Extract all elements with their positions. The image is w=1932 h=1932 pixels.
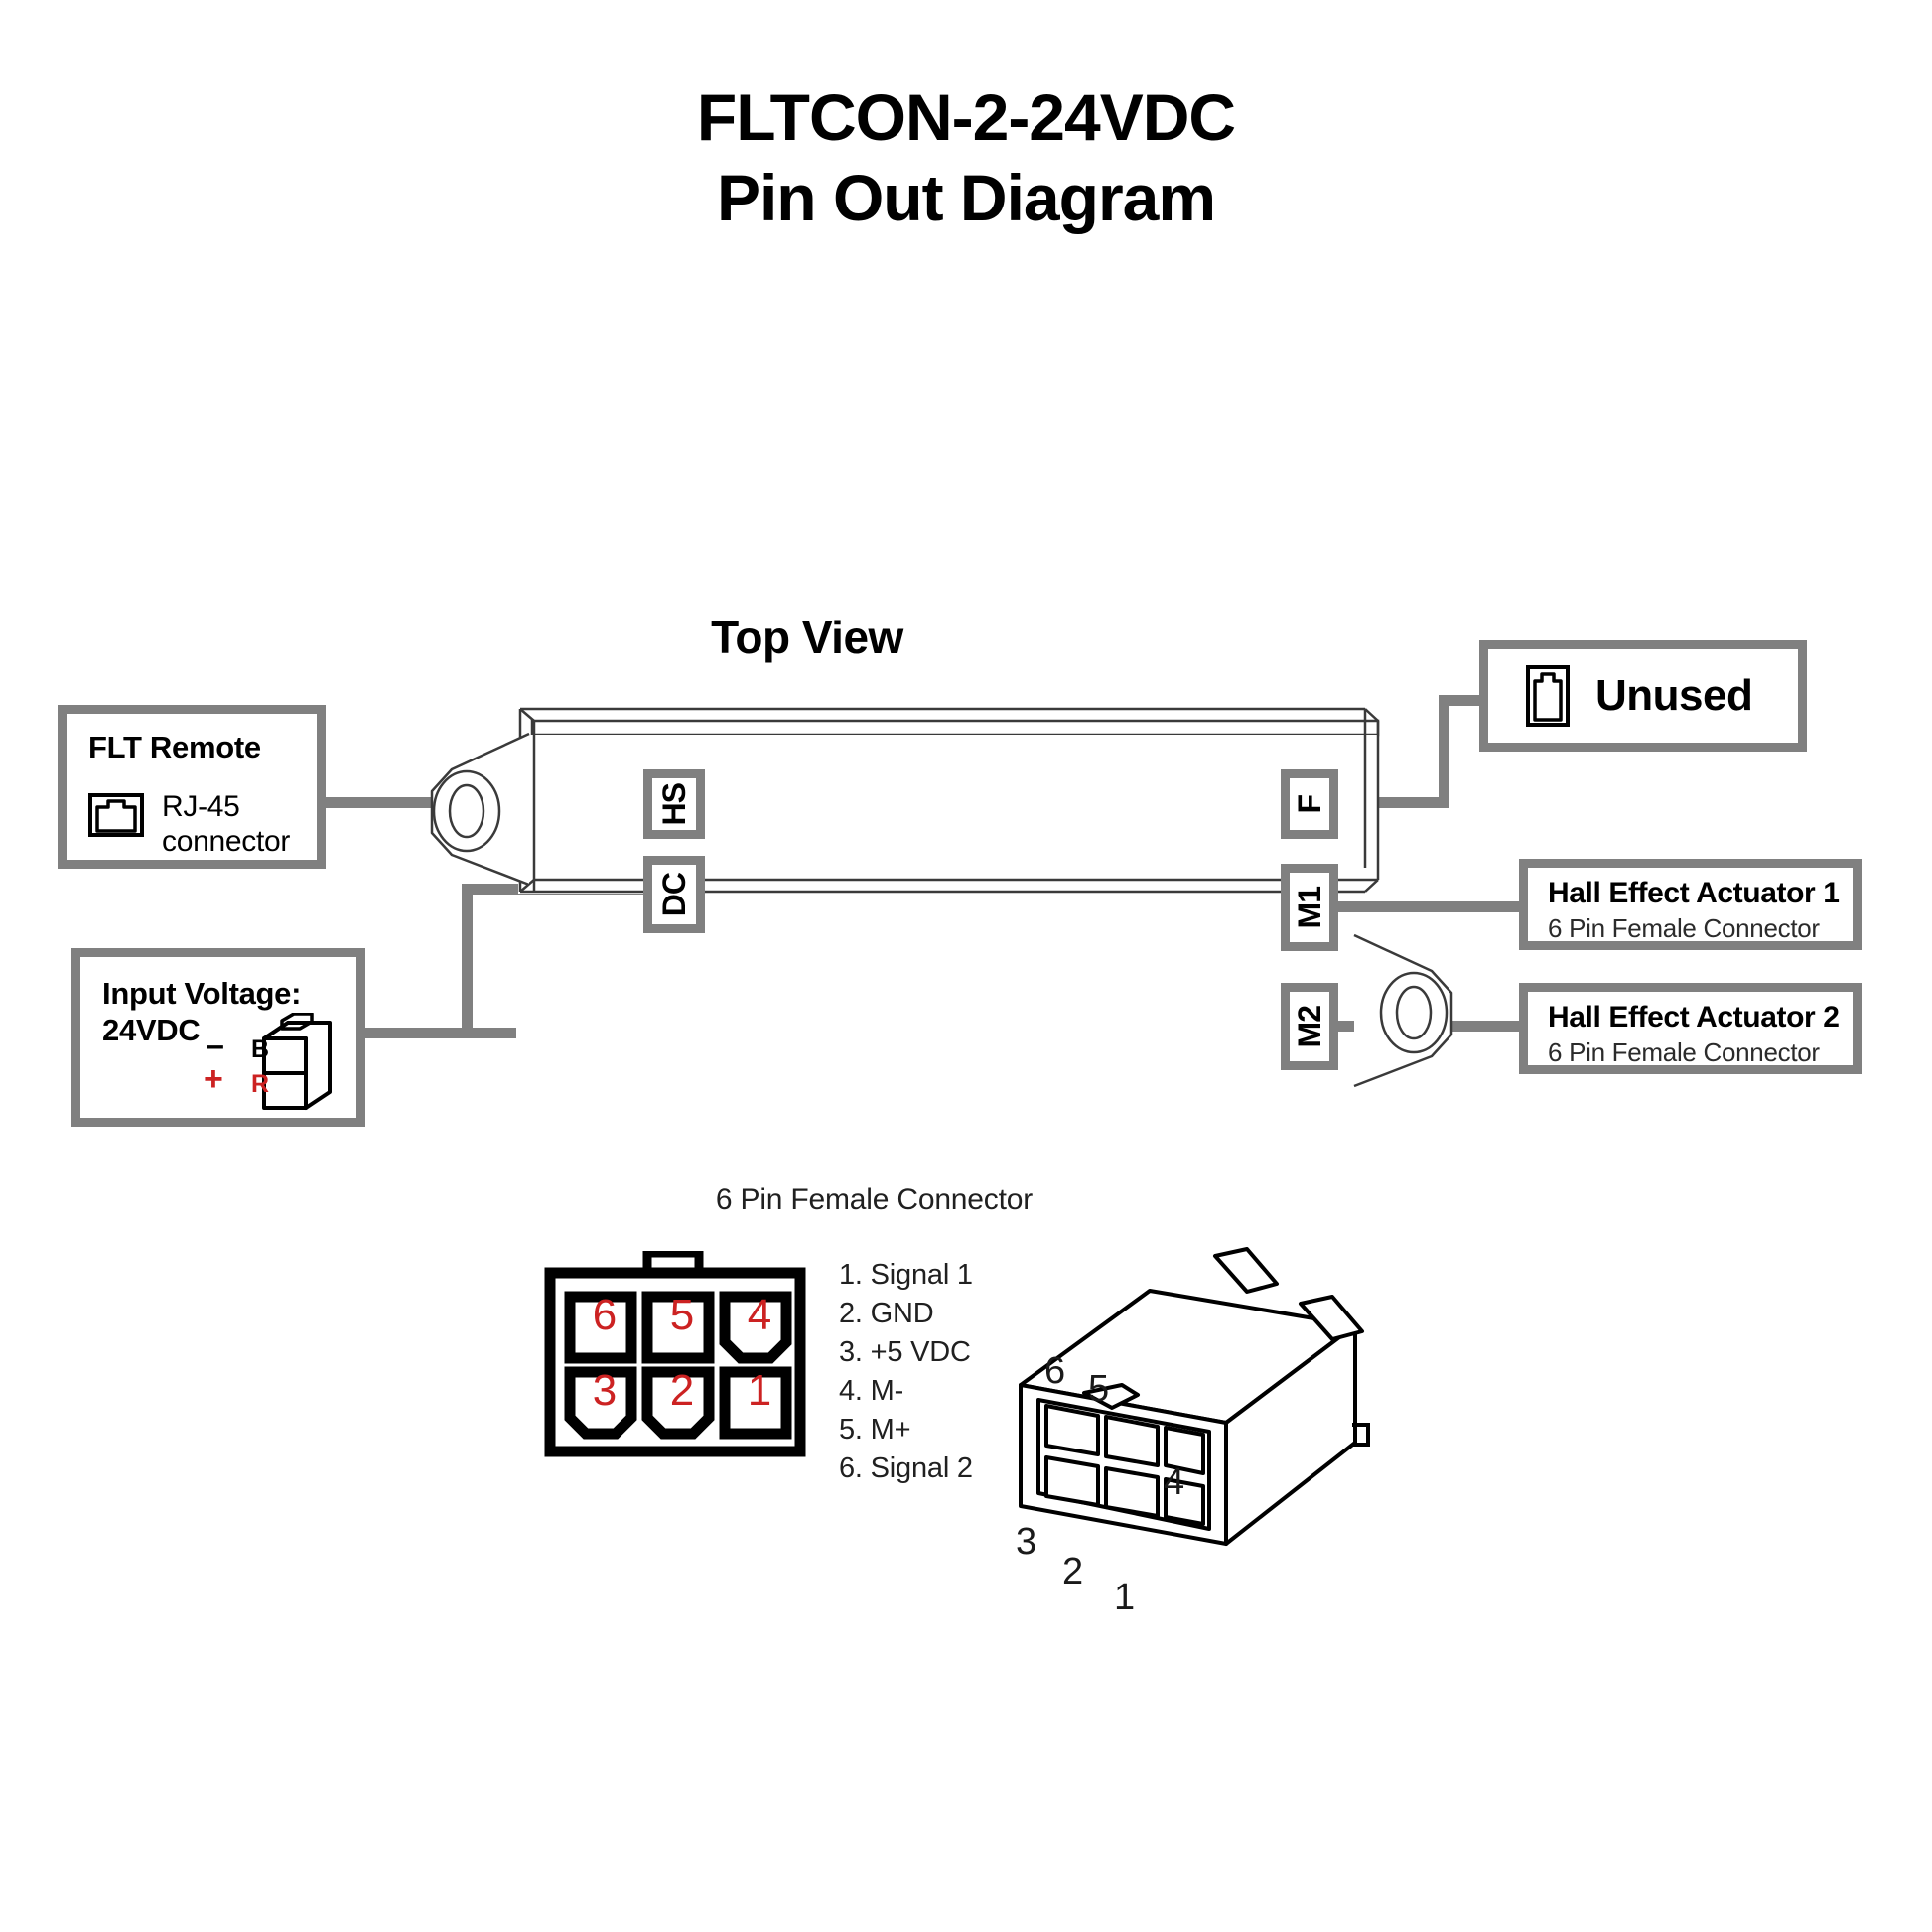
flt-remote-connector-line1: RJ-45 (162, 790, 240, 823)
rj45-jack-icon (88, 789, 144, 837)
iso-label-4: 4 (1164, 1461, 1185, 1503)
pin-label-m1[interactable]: M1 (1281, 864, 1338, 951)
pin-label-m1-text: M1 (1291, 886, 1327, 929)
callout-flt-remote[interactable]: FLT Remote RJ-45 connector (58, 705, 326, 869)
wire-f-to-unused-seg2 (1439, 695, 1449, 808)
title-block: FLTCON-2-24VDC Pin Out Diagram (0, 77, 1932, 237)
pin-assignment-item: 1. Signal 1 (839, 1259, 973, 1291)
power-negative-symbol: – (206, 1027, 224, 1064)
unused-label: Unused (1595, 671, 1753, 720)
connector-face-number-3: 3 (592, 1366, 618, 1415)
input-voltage-line1: Input Voltage: (102, 976, 302, 1011)
connector-isometric-svg (1019, 1247, 1370, 1546)
mounting-tab-right (1342, 931, 1461, 1090)
pin-label-m2[interactable]: M2 (1281, 983, 1338, 1070)
pin-label-hs[interactable]: HS (643, 769, 705, 839)
connector-face-svg (544, 1251, 806, 1457)
connector-face-diagram (544, 1251, 812, 1459)
pin-label-dc[interactable]: DC (643, 856, 705, 933)
two-pin-power-connector-icon (220, 1013, 338, 1127)
power-positive-symbol: + (204, 1060, 223, 1098)
pin-assignment-list: 1. Signal 1 2. GND 3. +5 VDC 4. M- 5. M+… (839, 1256, 973, 1488)
pin-assignment-item: 5. M+ (839, 1414, 911, 1446)
callout-hall-effect-actuator-2[interactable]: Hall Effect Actuator 2 6 Pin Female Conn… (1519, 983, 1862, 1074)
flt-remote-connector-line2: connector (162, 825, 291, 859)
wire-input-voltage-seg1 (362, 1028, 516, 1038)
mounting-tab-left-svg (430, 732, 530, 887)
power-black-wire-label: B (251, 1035, 270, 1063)
pin-assignment-item: 2. GND (839, 1298, 934, 1329)
connector-isometric-diagram (1003, 1246, 1375, 1598)
pin-label-hs-text: HS (655, 782, 692, 826)
pin-label-f-text: F (1291, 794, 1327, 814)
hall1-header: Hall Effect Actuator 1 (1548, 877, 1840, 909)
iso-label-2: 2 (1062, 1551, 1084, 1592)
hall2-sub: 6 Pin Female Connector (1548, 1037, 1820, 1067)
top-view-text: Top View (711, 612, 903, 663)
pin-assignment-item: 3. +5 VDC (839, 1336, 971, 1368)
wire-input-voltage-seg2 (462, 884, 473, 1038)
page-title: FLTCON-2-24VDC (696, 80, 1236, 154)
rj45-jack-vertical-icon (1526, 665, 1570, 727)
connector-face-number-2: 2 (669, 1366, 695, 1415)
flt-remote-header: FLT Remote (88, 730, 261, 764)
iso-label-1: 1 (1114, 1577, 1136, 1618)
pin-label-m2-text: M2 (1291, 1005, 1327, 1048)
page-subtitle: Pin Out Diagram (716, 160, 1216, 234)
iso-label-3: 3 (1016, 1521, 1037, 1563)
callout-hall-effect-actuator-1[interactable]: Hall Effect Actuator 1 6 Pin Female Conn… (1519, 859, 1862, 950)
connector-face-number-6: 6 (592, 1291, 618, 1339)
mounting-tab-right-svg (1353, 933, 1453, 1088)
pin-label-f[interactable]: F (1281, 769, 1338, 839)
pin-assignment-item: 6. Signal 2 (839, 1452, 973, 1484)
hall1-sub: 6 Pin Female Connector (1548, 913, 1820, 943)
connector-face-number-5: 5 (669, 1291, 695, 1339)
connector-face-number-4: 4 (747, 1291, 772, 1339)
callout-unused[interactable]: Unused (1479, 640, 1807, 752)
power-red-wire-label: R (251, 1070, 270, 1098)
mounting-tab-left (422, 730, 541, 889)
pin-label-dc-text: DC (655, 872, 692, 917)
connector-face-number-1: 1 (747, 1366, 772, 1415)
iso-label-5: 5 (1088, 1368, 1110, 1410)
iso-label-6: 6 (1044, 1350, 1066, 1392)
pin-assignment-item: 4. M- (839, 1375, 904, 1407)
pinout-caption: 6 Pin Female Connector (715, 1183, 1033, 1216)
hall2-header: Hall Effect Actuator 2 (1548, 1001, 1840, 1034)
